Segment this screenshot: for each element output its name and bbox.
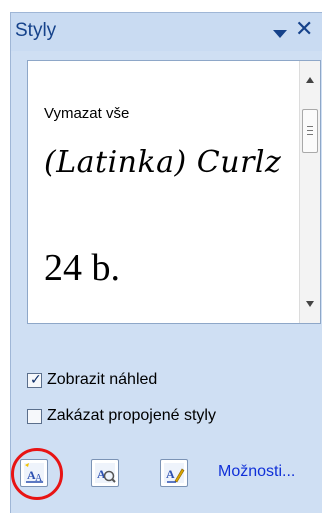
manage-styles-button[interactable]: A [160, 459, 188, 487]
styles-task-pane: Styly ✕ Vymazat vše (Latinka) Curlz 24 b… [10, 12, 322, 513]
disable-linked-styles-label[interactable]: Zakázat propojené styly [47, 407, 216, 425]
styles-list[interactable]: Vymazat vše (Latinka) Curlz 24 b. [27, 60, 321, 324]
style-item-font[interactable]: (Latinka) Curlz [44, 145, 281, 180]
scroll-down-arrow-icon[interactable] [306, 301, 314, 307]
grip-line [307, 126, 313, 127]
style-item-clear-all[interactable]: Vymazat vše [44, 105, 129, 122]
scroll-up-arrow-icon[interactable] [306, 77, 314, 83]
disable-linked-styles-checkbox[interactable] [27, 408, 42, 424]
pane-title: Styly [15, 20, 57, 41]
grip-line [307, 130, 313, 131]
pane-menu-dropdown-icon[interactable] [273, 30, 287, 38]
new-style-icon: A A [24, 463, 44, 484]
list-gap [28, 207, 312, 233]
svg-text:A: A [166, 467, 175, 481]
style-item-size[interactable]: 24 b. [44, 246, 120, 290]
show-preview-option[interactable]: ✓ Zobrazit náhled [27, 369, 157, 391]
manage-styles-icon: A [164, 463, 185, 483]
scroll-thumb[interactable] [302, 109, 318, 153]
vertical-scrollbar[interactable] [299, 61, 320, 323]
new-style-button[interactable]: A A [20, 459, 48, 487]
show-preview-checkbox[interactable]: ✓ [27, 370, 42, 388]
close-icon[interactable]: ✕ [295, 18, 313, 40]
style-inspector-icon: A [95, 463, 116, 483]
pane-titlebar: Styly ✕ [11, 13, 322, 51]
grip-line [307, 134, 313, 135]
style-inspector-button[interactable]: A [91, 459, 119, 487]
options-link[interactable]: Možnosti... [218, 463, 295, 481]
disable-linked-styles-option[interactable]: Zakázat propojené styly [27, 405, 216, 427]
show-preview-label[interactable]: Zobrazit náhled [47, 371, 157, 389]
checkmark-icon: ✓ [30, 370, 42, 387]
